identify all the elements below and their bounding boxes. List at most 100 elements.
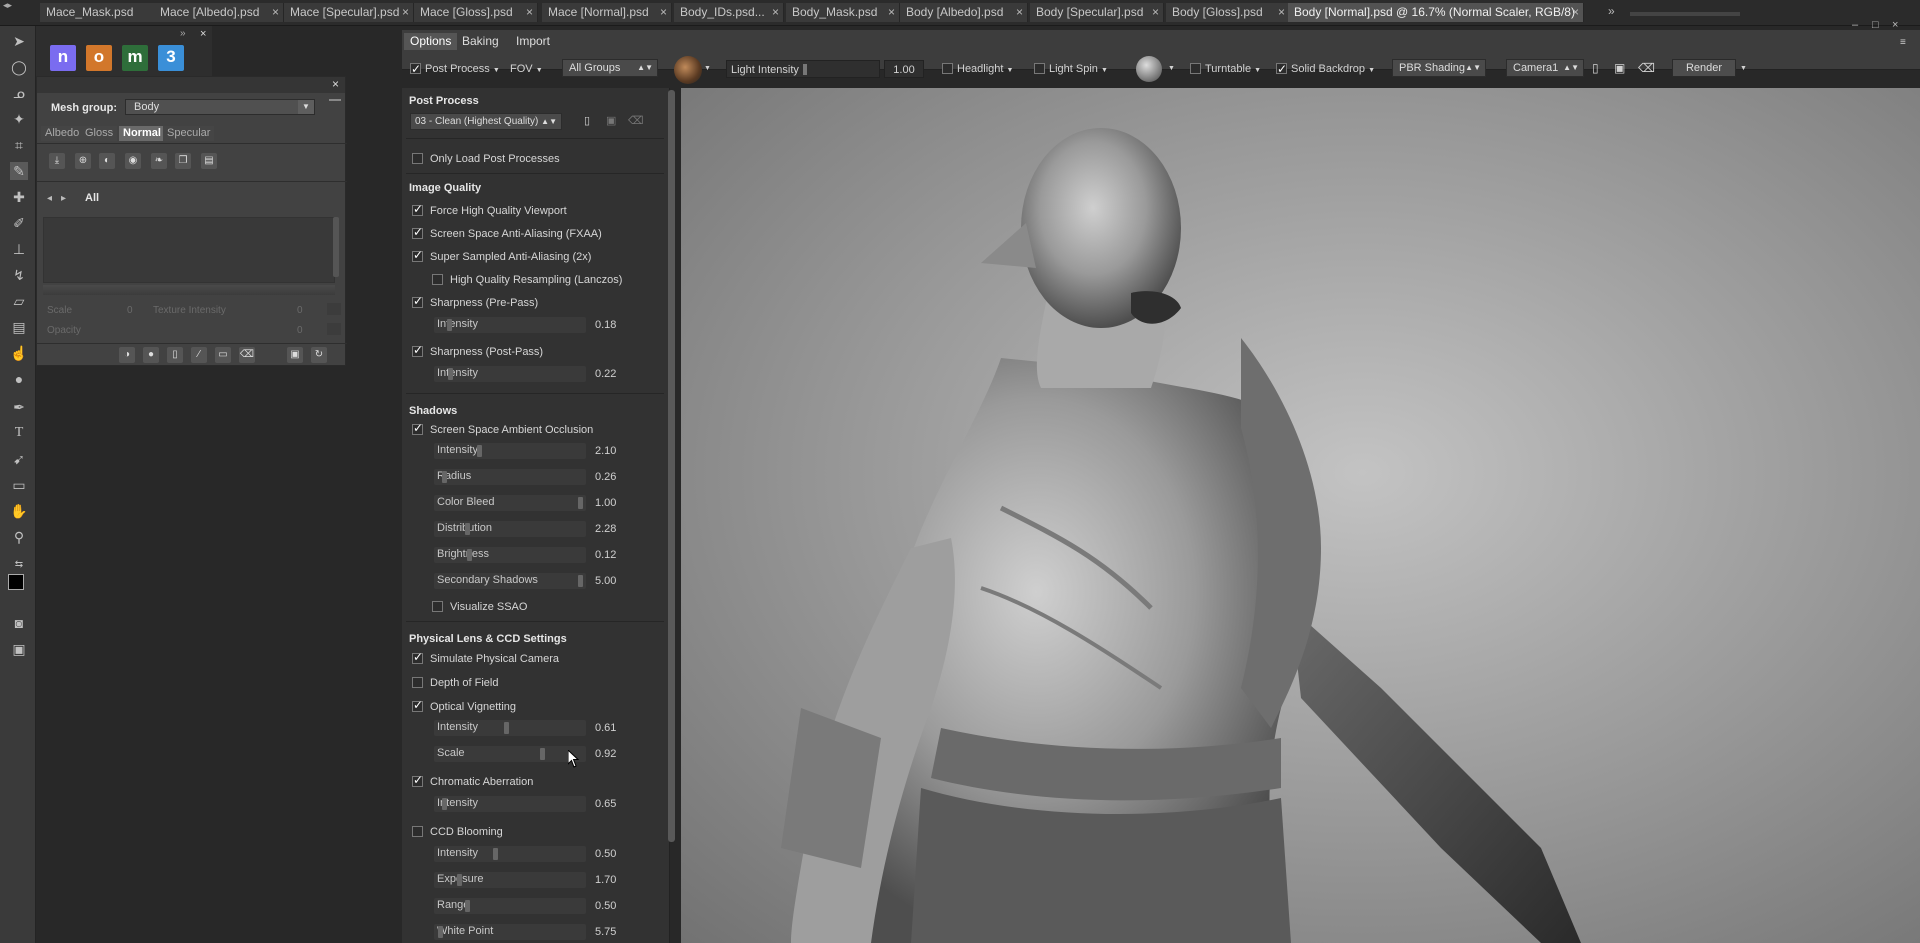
close-icon[interactable]: ×	[332, 77, 339, 91]
options-scrollbar[interactable]	[668, 90, 675, 842]
ssao-intensity-value[interactable]: 2.10	[595, 445, 616, 457]
tab-mace-albedo[interactable]: Mace [Albedo].psd ×	[154, 3, 284, 22]
smudge-tool-icon[interactable]: ☝	[10, 344, 28, 362]
tab-mace-normal[interactable]: Mace [Normal].psd ×	[542, 3, 672, 22]
sharpness-pre-intensity-value[interactable]: 0.18	[595, 319, 616, 331]
ssao-distribution-value[interactable]: 2.28	[595, 523, 616, 535]
mask-icon[interactable]: ◐	[99, 153, 115, 169]
visualize-ssao-checkbox[interactable]	[432, 600, 443, 612]
collapse-icon[interactable]: »	[180, 28, 186, 39]
ssao-radius-slider[interactable]: Radius	[434, 469, 586, 485]
ssao-intensity-slider[interactable]: Intensity	[434, 443, 586, 459]
dof-toggle[interactable]: Depth of Field	[412, 676, 498, 689]
dof-checkbox[interactable]	[412, 676, 423, 688]
hand-tool-icon[interactable]: ✋	[10, 502, 28, 520]
healing-brush-tool-icon[interactable]: ✚	[10, 188, 28, 206]
visualize-ssao-toggle[interactable]: Visualize SSAO	[432, 600, 527, 613]
headlight-checkbox[interactable]	[942, 62, 953, 74]
delete-camera-icon[interactable]: ⌫	[1638, 59, 1655, 77]
lanczos-checkbox[interactable]	[432, 273, 443, 285]
vignetting-toggle[interactable]: Optical Vignetting	[412, 698, 516, 713]
close-icon[interactable]: ×	[660, 3, 667, 22]
history-brush-tool-icon[interactable]: ↯	[10, 266, 28, 284]
save-icon[interactable]: ▣	[287, 347, 303, 363]
ssao-secondary-shadows-value[interactable]: 5.00	[595, 575, 616, 587]
sharpness-post-intensity-value[interactable]: 0.22	[595, 368, 616, 380]
tab-body-normal[interactable]: Body [Normal].psd @ 16.7% (Normal Scaler…	[1288, 3, 1584, 22]
close-icon[interactable]: ×	[200, 28, 206, 40]
save-camera-icon[interactable]: ▣	[1614, 59, 1625, 77]
ssao-color-bleed-value[interactable]: 1.00	[595, 497, 616, 509]
slider-knob[interactable]	[803, 64, 807, 75]
ssaa-toggle[interactable]: Super Sampled Anti-Aliasing (2x)	[412, 248, 591, 263]
close-icon[interactable]: ×	[1016, 3, 1023, 22]
vignetting-checkbox[interactable]	[412, 698, 423, 712]
close-icon[interactable]: ×	[1278, 3, 1285, 22]
type-tool-icon[interactable]: T	[10, 424, 28, 442]
slider-knob[interactable]	[448, 368, 454, 380]
brush-icon[interactable]: ⁄	[191, 347, 207, 363]
save-preset-icon[interactable]: ▣	[606, 112, 616, 130]
force-hq-checkbox[interactable]	[412, 202, 423, 216]
slider-knob[interactable]	[540, 748, 546, 760]
slider-knob[interactable]	[577, 497, 583, 509]
only-load-toggle[interactable]: Only Load Post Processes	[412, 152, 560, 165]
layer-filter-label[interactable]: All	[85, 192, 99, 204]
post-process-preset-select[interactable]: 03 - Clean (Highest Quality) ▲▼	[410, 113, 562, 130]
sharpness-post-checkbox[interactable]	[412, 343, 423, 357]
post-process-checkbox[interactable]	[410, 60, 421, 78]
slider-knob[interactable]	[438, 926, 443, 938]
blooming-white-point-value[interactable]: 5.75	[595, 926, 616, 938]
force-hq-toggle[interactable]: Force High Quality Viewport	[412, 202, 567, 217]
mesh-group-select[interactable]: Body ▼	[125, 99, 315, 115]
tab-body-specular[interactable]: Body [Specular].psd ×	[1030, 3, 1164, 22]
sharpness-post-toggle[interactable]: Sharpness (Post-Pass)	[412, 343, 543, 358]
3d-viewport[interactable]	[681, 88, 1920, 943]
environment-sphere-icon[interactable]	[674, 56, 702, 84]
pen-tool-icon[interactable]: ✒	[10, 398, 28, 416]
layer-list[interactable]	[43, 217, 335, 283]
blooming-exposure-value[interactable]: 1.70	[595, 874, 616, 886]
new-mask-icon[interactable]: ⊕	[75, 153, 91, 169]
ssao-radius-value[interactable]: 0.26	[595, 471, 616, 483]
tab-specular[interactable]: Specular	[163, 126, 215, 141]
close-icon[interactable]: ×	[772, 3, 779, 22]
tab-mace-gloss[interactable]: Mace [Gloss].psd ×	[414, 3, 538, 22]
chromatic-toggle[interactable]: Chromatic Aberration	[412, 773, 533, 788]
close-icon[interactable]: ×	[272, 3, 279, 22]
ssaa-checkbox[interactable]	[412, 248, 423, 262]
delete-preset-icon[interactable]: ⌫	[628, 112, 644, 130]
slider-knob[interactable]	[456, 874, 462, 886]
gradient-tool-icon[interactable]: ▤	[10, 318, 28, 336]
layers-icon[interactable]: ▤	[201, 153, 217, 169]
slider-knob[interactable]	[492, 848, 498, 860]
tab-mace-specular[interactable]: Mace [Specular].psd ×	[284, 3, 414, 22]
ssao-secondary-shadows-slider[interactable]: Secondary Shadows	[434, 573, 586, 589]
tab-albedo[interactable]: Albedo	[41, 126, 84, 141]
import-icon[interactable]: ⤓	[49, 153, 65, 169]
chevron-down-icon[interactable]: ▼	[1168, 60, 1175, 78]
slider-knob[interactable]	[465, 523, 471, 535]
quick-mask-icon[interactable]: ◙	[10, 614, 28, 632]
post-process-toggle[interactable]: Post Process ▼	[410, 60, 500, 78]
slider-knob[interactable]	[442, 798, 448, 810]
fov-dropdown[interactable]: FOV ▼	[510, 60, 543, 78]
blooming-white-point-slider[interactable]: White Point	[434, 924, 586, 940]
vignetting-scale-slider[interactable]: Scale	[434, 746, 586, 762]
feather-icon[interactable]: ❧	[151, 153, 167, 169]
slider-knob[interactable]	[466, 549, 472, 561]
app-icon-ndo[interactable]: n	[50, 45, 76, 71]
ssao-toggle[interactable]: Screen Space Ambient Occlusion	[412, 421, 593, 436]
brush-tool-icon[interactable]: ✐	[10, 214, 28, 232]
ssao-distribution-slider[interactable]: Distribution	[434, 521, 586, 537]
new-file-icon[interactable]: ▯	[167, 347, 183, 363]
simulate-camera-checkbox[interactable]	[412, 650, 423, 664]
tab-import[interactable]: Import	[510, 33, 556, 50]
chevron-left-icon[interactable]: ◂	[47, 193, 52, 204]
slider-knob[interactable]	[577, 575, 583, 587]
light-intensity-slider[interactable]: Light Intensity	[726, 60, 880, 78]
fxaa-toggle[interactable]: Screen Space Anti-Aliasing (FXAA)	[412, 225, 602, 240]
slider-knob[interactable]	[465, 900, 471, 912]
light-spin-toggle[interactable]: Light Spin ▼	[1034, 60, 1108, 78]
turntable-toggle[interactable]: Turntable ▼	[1190, 60, 1261, 78]
